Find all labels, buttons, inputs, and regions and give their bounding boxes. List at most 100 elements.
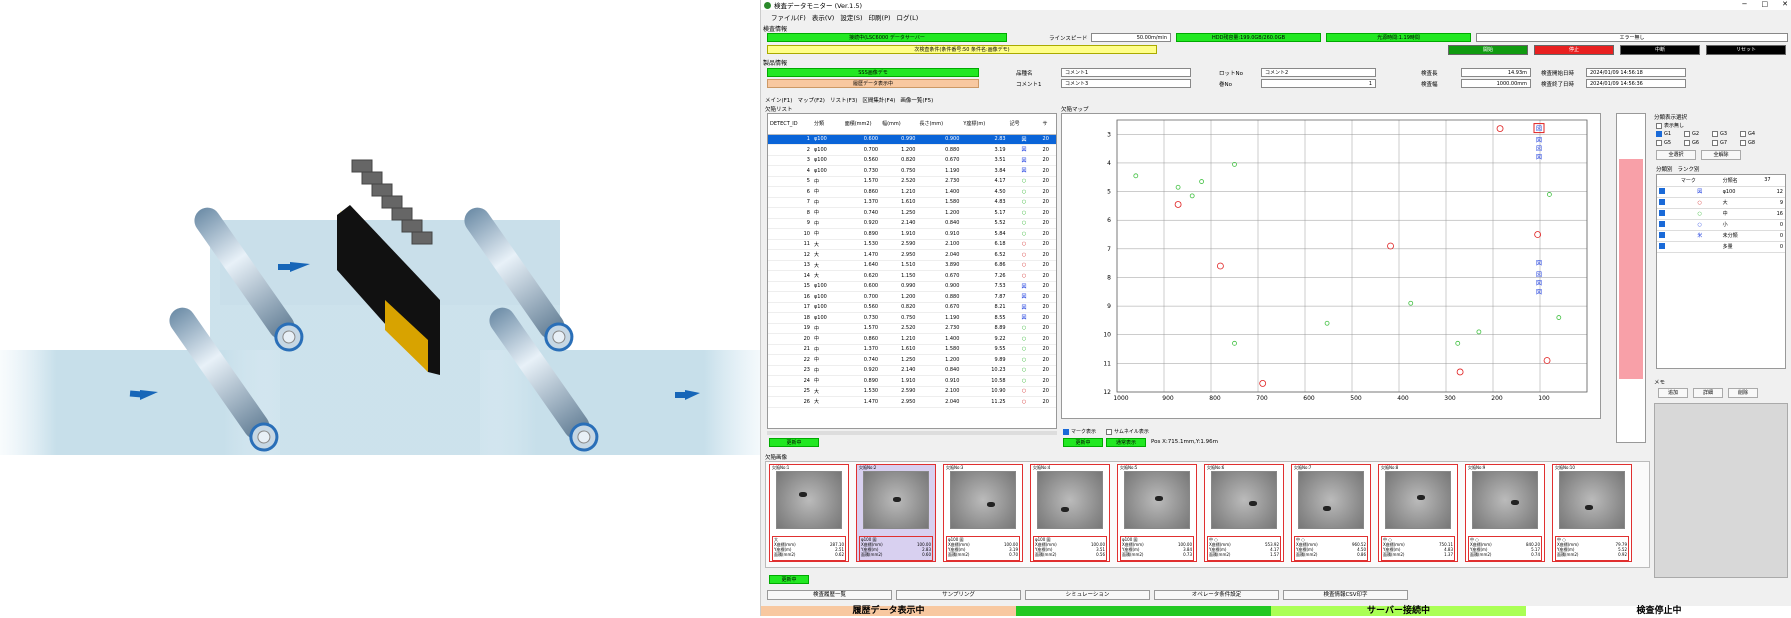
deselect-all-button[interactable]: 全解除 (1701, 150, 1741, 160)
defect-mark[interactable] (1259, 380, 1267, 387)
defect-map[interactable]: 3 4 5 6 7 8 9 10 11 12 1000 900 800 700 600 500 400 300 20… (1061, 113, 1601, 419)
pause-button[interactable]: 中断 (1620, 45, 1700, 55)
defect-list-table[interactable]: DETECT_ID 分類 面積(mm2) 幅(mm) 長さ(mm) Y座標(m) 記号サ 1… (767, 113, 1057, 429)
defect-mark[interactable] (1133, 173, 1139, 179)
defect-mark[interactable]: 図 (1536, 272, 1542, 279)
tab-map[interactable]: マップ(F2) (797, 96, 824, 104)
operator-settings-button[interactable]: オペレータ条件設定 (1154, 590, 1279, 600)
tab-main[interactable]: メイン(F1) (765, 96, 792, 104)
defect-mark[interactable]: 図 (1536, 126, 1542, 133)
defect-mark[interactable] (1408, 300, 1414, 306)
defect-mark[interactable] (1546, 192, 1552, 197)
defect-mark[interactable] (1387, 242, 1394, 250)
class-row[interactable]: ○ 小 0 (1657, 219, 1785, 231)
tab-list[interactable]: リスト(F3) (830, 96, 857, 104)
defect-mark[interactable] (1324, 320, 1330, 326)
memo-add-button[interactable]: 追加 (1658, 388, 1688, 398)
tab-by-class[interactable]: 分類別 (1656, 165, 1673, 173)
class-row[interactable]: ○ 大 9 (1657, 197, 1785, 209)
reset-button[interactable]: リセット (1706, 45, 1786, 55)
defect-thumbnail[interactable]: 欠陥No:5 φ100 図 X座標(mm) 100.00 Y座標(m) 3.84 面積(mm… (1117, 464, 1197, 562)
column-header[interactable]: Y座標(m) (961, 114, 1008, 135)
table-row[interactable]: 3 φ100 0.560 0.820 0.670 3.51 図 20 (768, 155, 1056, 166)
column-header[interactable]: 幅(mm) (880, 114, 918, 135)
table-row[interactable]: 18 φ100 0.730 0.750 1.190 8.55 図 20 (768, 312, 1056, 324)
column-header[interactable]: 面積(mm2) (842, 114, 881, 135)
table-row[interactable]: 7 中 1.370 1.610 1.580 4.83 ○ 20 (768, 197, 1056, 208)
group-checkbox[interactable]: G1 (1656, 131, 1671, 137)
table-row[interactable]: 6 中 0.860 1.210 1.400 4.50 ○ 20 (768, 186, 1056, 198)
table-row[interactable]: 8 中 0.740 1.250 1.200 5.17 ○ 20 (768, 207, 1056, 219)
defect-mark[interactable] (1455, 340, 1461, 346)
group-checkbox[interactable]: G7 (1712, 140, 1727, 146)
class-checkbox[interactable] (1659, 231, 1665, 238)
defect-mark[interactable] (1216, 262, 1224, 270)
defect-thumbnail[interactable]: 欠陥No:1 大 X座標(mm) 287.10 Y座標(m) 2.51 面積(mm2) 0.6… (769, 464, 849, 562)
defect-mark[interactable]: 図 (1536, 289, 1542, 296)
table-row[interactable]: 11 大 1.530 2.590 2.100 6.18 ○ 20 (768, 239, 1056, 250)
group-checkbox[interactable]: G2 (1684, 131, 1699, 137)
class-row[interactable]: ○ 中 16 (1657, 208, 1785, 220)
menu-print[interactable]: 印刷(P) (869, 12, 891, 22)
menu-view[interactable]: 表示(V) (812, 12, 835, 22)
column-header[interactable]: DETECT_ID (768, 114, 812, 135)
thumbnail-display-toggle[interactable]: サムネイル表示 (1106, 428, 1149, 435)
menu-settings[interactable]: 設定(S) (840, 12, 862, 22)
table-row[interactable]: 19 中 1.570 2.520 2.730 8.89 ○ 20 (768, 323, 1056, 334)
close-icon[interactable]: ✕ (1782, 0, 1788, 8)
group-checkbox[interactable]: G6 (1684, 140, 1699, 146)
table-row[interactable]: 16 φ100 0.700 1.200 0.880 7.87 図 20 (768, 291, 1056, 303)
defect-thumbnail[interactable]: 欠陥No:6 中 ○ X座標(mm) 553.92 Y座標(m) 4.17 面積(mm2) 1… (1204, 464, 1284, 562)
defect-mark[interactable] (1199, 179, 1205, 184)
group-checkbox[interactable]: G3 (1712, 131, 1727, 137)
class-row[interactable]: 多量 0 (1657, 241, 1785, 253)
table-row[interactable]: 1 φ100 0.600 0.990 0.900 2.83 図 20 (768, 134, 1056, 145)
table-row[interactable]: 21 中 1.370 1.610 1.580 9.55 ○ 20 (768, 344, 1056, 355)
memo-detail-button[interactable]: 詳細 (1693, 388, 1723, 398)
menu-file[interactable]: ファイル(F) (771, 12, 806, 22)
tab-by-rank[interactable]: ランク別 (1678, 165, 1700, 173)
defect-mark[interactable]: 図 (1536, 146, 1542, 153)
class-table[interactable]: マーク 分類名 37 図 φ100 12 ○ 大 9 ○ 中 16 ○ 小 0 米未分類 0 多量 0 (1656, 174, 1786, 369)
class-row[interactable]: 図 φ100 12 (1657, 186, 1785, 198)
group-checkbox[interactable]: G5 (1656, 140, 1671, 146)
column-header[interactable]: 記号 (1007, 114, 1041, 135)
class-checkbox[interactable] (1659, 209, 1665, 216)
normal-display[interactable]: 通常表示 (1106, 438, 1146, 447)
mark-display-toggle[interactable]: マーク表示 (1063, 428, 1096, 435)
defect-thumbnail[interactable]: 欠陥No:3 φ100 図 X座標(mm) 100.00 Y座標(m) 3.19 面積(mm… (943, 464, 1023, 562)
minimize-icon[interactable]: − (1742, 0, 1748, 8)
sampling-button[interactable]: サンプリング (896, 590, 1021, 600)
menu-log[interactable]: ログ(L) (897, 12, 919, 22)
table-row[interactable]: 22 中 0.740 1.250 1.200 9.89 ○ 20 (768, 354, 1056, 366)
table-row[interactable]: 4 φ100 0.730 0.750 1.190 3.84 図 20 (768, 165, 1056, 177)
class-row[interactable]: 米未分類 0 (1657, 230, 1785, 242)
csv-print-button[interactable]: 検査情報CSV印字 (1283, 590, 1408, 600)
tab-section-summary[interactable]: 区間集計(F4) (862, 96, 895, 104)
tab-image-list[interactable]: 画像一覧(F5) (900, 96, 933, 104)
table-row[interactable]: 13 大 1.640 1.510 3.890 6.86 ○ 20 (768, 260, 1056, 271)
defect-mark[interactable]: 図 (1536, 280, 1542, 287)
start-button[interactable]: 開始 (1448, 45, 1528, 55)
class-checkbox[interactable] (1659, 220, 1665, 227)
table-row[interactable]: 25 大 1.530 2.590 2.100 10.90 ○ 20 (768, 386, 1056, 397)
table-row[interactable]: 23 中 0.920 2.140 0.840 10.23 ○ 20 (768, 365, 1056, 376)
defect-thumbnail[interactable]: 欠陥No:7 中 ○ X座標(mm) 960.52 Y座標(m) 4.50 面積(mm2) 0… (1291, 464, 1371, 562)
defect-mark[interactable]: 図 (1536, 260, 1542, 267)
defect-mark[interactable] (1556, 315, 1562, 320)
column-header[interactable]: サ (1040, 114, 1056, 135)
column-header[interactable]: 分類 (811, 114, 843, 135)
table-row[interactable]: 10 中 0.890 1.910 0.910 5.84 ○ 20 (768, 228, 1056, 240)
defect-mark[interactable] (1174, 201, 1182, 208)
memo-area[interactable] (1654, 403, 1788, 578)
table-row[interactable]: 5 中 1.570 2.520 2.730 4.17 ○ 20 (768, 176, 1056, 187)
defect-mark[interactable] (1175, 184, 1181, 190)
table-row[interactable]: 15 φ100 0.600 0.990 0.900 7.53 図 20 (768, 281, 1056, 292)
simulation-button[interactable]: シミュレーション (1025, 590, 1150, 600)
defect-thumbnail[interactable]: 欠陥No:10 中 ○ X座標(mm) 79.79 Y座標(m) 5.52 面積(mm2) 0… (1552, 464, 1632, 562)
column-header[interactable]: 長さ(mm) (917, 114, 962, 135)
table-row[interactable]: 17 φ100 0.560 0.820 0.670 8.21 図 20 (768, 302, 1056, 313)
defect-mark[interactable] (1456, 368, 1464, 376)
history-list-button[interactable]: 検査履歴一覧 (767, 590, 892, 600)
defect-thumbnail[interactable]: 欠陥No:8 中 ○ X座標(mm) 750.11 Y座標(m) 4.83 面積(mm2) 1… (1378, 464, 1458, 562)
